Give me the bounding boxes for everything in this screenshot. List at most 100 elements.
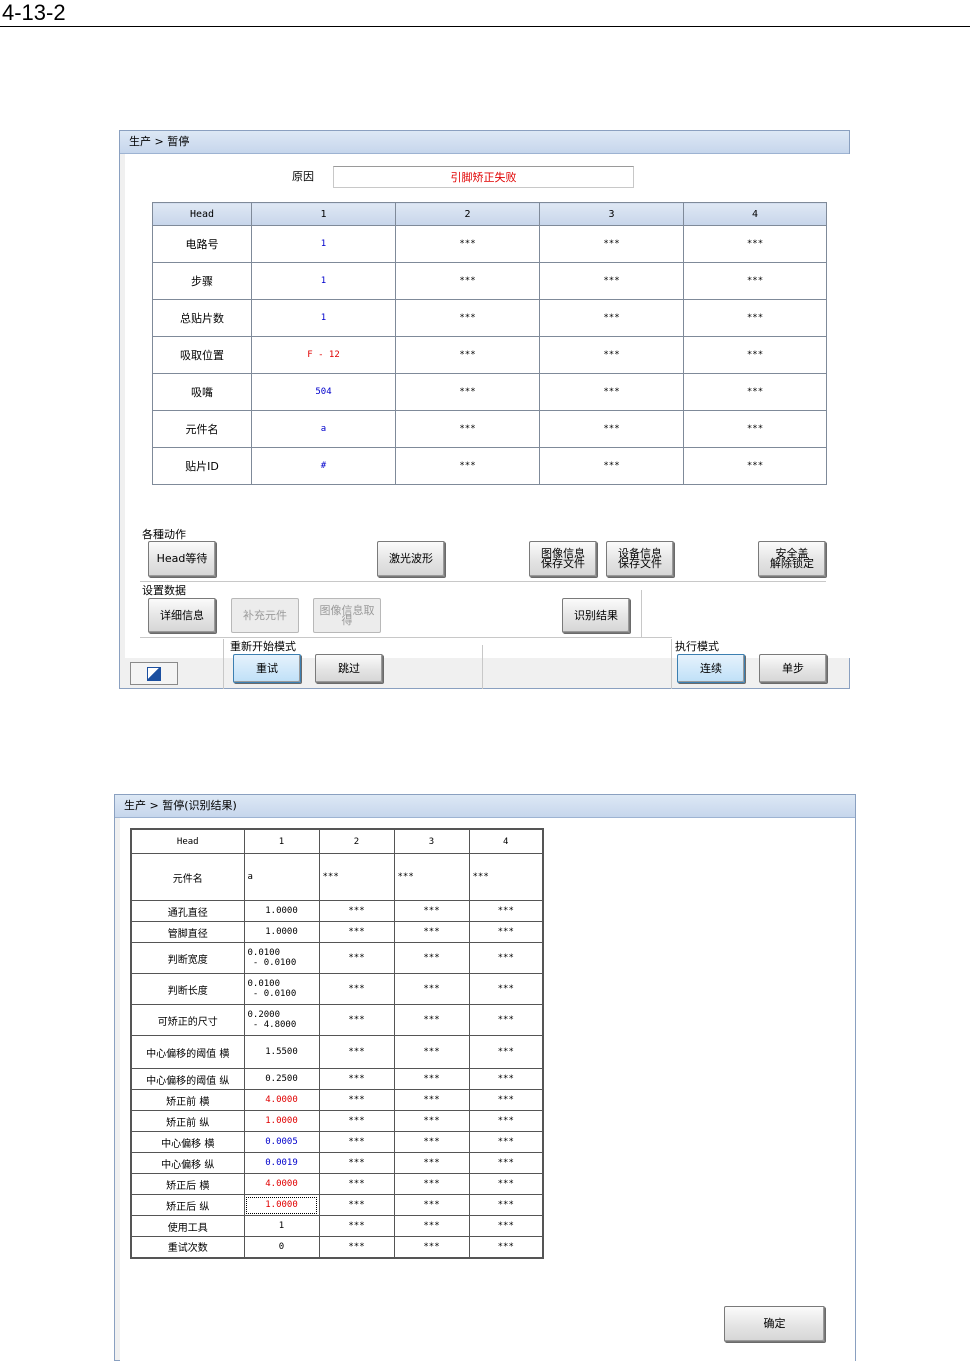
table-cell: 0.2500 [243, 1068, 320, 1090]
table-row: 中心偏移 横 0.0005 *** *** *** [130, 1131, 544, 1153]
row-label: 通孔直径 [130, 900, 245, 922]
continuous-button[interactable]: 连续 [677, 654, 745, 683]
table-row: 中心偏移的阈值 纵 0.2500 *** *** *** [130, 1068, 544, 1090]
table-cell: *** [393, 1004, 470, 1036]
table-cell: *** [318, 1194, 395, 1216]
get-image-info-button[interactable]: 图像信息取得 [313, 598, 381, 633]
table-cell: *** [393, 942, 470, 974]
reason-label: 原因 [292, 170, 314, 183]
table-cell: *** [318, 1131, 395, 1153]
table-cell: *** [318, 1089, 395, 1111]
row-label: 判断宽度 [130, 942, 245, 974]
table-cell: *** [468, 1068, 544, 1090]
unlock-safety-cover-button[interactable]: 安全盖 解除锁定 [758, 541, 826, 577]
table-cell: *** [393, 973, 470, 1005]
table-cell: # [251, 447, 396, 485]
table-cell: *** [468, 1004, 544, 1036]
table-row: 判断长度 0.0100 - 0.0100 *** *** *** [130, 973, 544, 1005]
table-cell: 504 [251, 373, 396, 411]
table-cell: *** [393, 1215, 470, 1237]
table-cell: *** [318, 1173, 395, 1195]
save-image-info-button[interactable]: 图像信息 保存文件 [529, 541, 597, 577]
table-row: 矫正后 横 4.0000 *** *** *** [130, 1173, 544, 1195]
row-label: 使用工具 [130, 1215, 245, 1237]
table-cell: *** [683, 262, 827, 300]
table-cell: *** [468, 1236, 544, 1258]
table-cell: 4.0000 [243, 1089, 320, 1111]
window-mode-button[interactable] [130, 662, 178, 685]
table-cell: *** [683, 373, 827, 411]
table-cell: *** [468, 1131, 544, 1153]
table-cell: 0.0100 - 0.0100 [243, 942, 320, 974]
table-cell: 0 [243, 1236, 320, 1258]
exec-mode-label: 执行模式 [675, 640, 719, 653]
table-cell: *** [393, 1152, 470, 1174]
table-cell: *** [683, 225, 827, 263]
ok-button[interactable]: 确定 [724, 1306, 825, 1342]
table-cell: *** [393, 1173, 470, 1195]
supplement-component-button[interactable]: 补充元件 [231, 598, 299, 633]
table-cell: *** [468, 853, 544, 901]
single-step-button[interactable]: 单步 [759, 654, 827, 683]
laser-waveform-button[interactable]: 激光波形 [377, 541, 445, 577]
table-cell: *** [539, 447, 684, 485]
table-cell: 0.0005 [243, 1131, 320, 1153]
table-row: 中心偏移的阈值 横 1.5500 *** *** *** [130, 1035, 544, 1069]
table-cell: 1.0000 [243, 921, 320, 943]
row-label: 元件名 [130, 853, 245, 901]
recognition-result-button[interactable]: 识别结果 [562, 598, 630, 633]
table-cell: *** [393, 853, 470, 901]
table-cell: *** [393, 1110, 470, 1132]
row-label: 矫正后 横 [130, 1173, 245, 1195]
table-row: 元件名 a *** *** *** [152, 410, 827, 448]
table-cell: 0.2000 - 4.8000 [243, 1004, 320, 1036]
table-cell: *** [468, 1215, 544, 1237]
head-column-header: Head [152, 202, 252, 226]
table-cell: *** [539, 299, 684, 337]
detail-info-button[interactable]: 详细信息 [148, 598, 216, 633]
table-cell: 0.0019 [243, 1152, 320, 1174]
window-title: 生产 > 暂停(识别结果) [115, 795, 855, 818]
table-cell: *** [393, 1089, 470, 1111]
table-cell: *** [318, 1215, 395, 1237]
separator [140, 581, 826, 582]
table-cell: 1.5500 [243, 1035, 320, 1069]
table-cell: *** [468, 1035, 544, 1069]
table-row: 贴片ID # *** *** *** [152, 447, 827, 485]
reason-field: 引脚矫正失败 [333, 166, 634, 188]
row-label: 中心偏移 纵 [130, 1152, 245, 1174]
row-label: 可矫正的尺寸 [130, 1004, 245, 1036]
table-cell: *** [393, 900, 470, 922]
table-cell: 1 [243, 1215, 320, 1237]
row-label: 中心偏移 横 [130, 1131, 245, 1153]
recognition-result-table: Head 1 2 3 4 元件名 a *** *** *** 通孔直径 1.0000 *** *** **… [130, 828, 544, 1259]
table-cell: *** [318, 853, 395, 901]
table-cell: 1 [251, 299, 396, 337]
table-row: 总贴片数 1 *** *** *** [152, 299, 827, 337]
table-cell: *** [468, 1110, 544, 1132]
table-row: 可矫正的尺寸 0.2000 - 4.8000 *** *** *** [130, 1004, 544, 1036]
table-row: 矫正后 纵 1.0000 *** *** *** [130, 1194, 544, 1216]
table-cell: *** [539, 373, 684, 411]
table-cell: a [251, 410, 396, 448]
table-cell: *** [395, 410, 540, 448]
separator [641, 590, 642, 638]
table-cell: 0.0100 - 0.0100 [243, 973, 320, 1005]
retry-button[interactable]: 重试 [233, 654, 301, 683]
table-cell: *** [393, 1194, 470, 1216]
row-label: 吸嘴 [152, 373, 252, 411]
head-wait-button[interactable]: Head等待 [148, 541, 216, 577]
table-row: 步骤 1 *** *** *** [152, 262, 827, 300]
head-status-table: Head 1 2 3 4 电路号 1 *** *** *** 步骤 1 *** *** *** 总贴片数 1 *… [152, 202, 827, 485]
row-label: 电路号 [152, 225, 252, 263]
table-cell: *** [318, 1110, 395, 1132]
table-cell: *** [683, 410, 827, 448]
table-cell: *** [539, 262, 684, 300]
table-row: 吸嘴 504 *** *** *** [152, 373, 827, 411]
save-device-info-button[interactable]: 设备信息 保存文件 [606, 541, 674, 577]
table-cell: 1.0000 [243, 1110, 320, 1132]
table-cell: *** [395, 299, 540, 337]
skip-button[interactable]: 跳过 [315, 654, 383, 683]
row-label: 总贴片数 [152, 299, 252, 337]
table-row: 电路号 1 *** *** *** [152, 225, 827, 263]
